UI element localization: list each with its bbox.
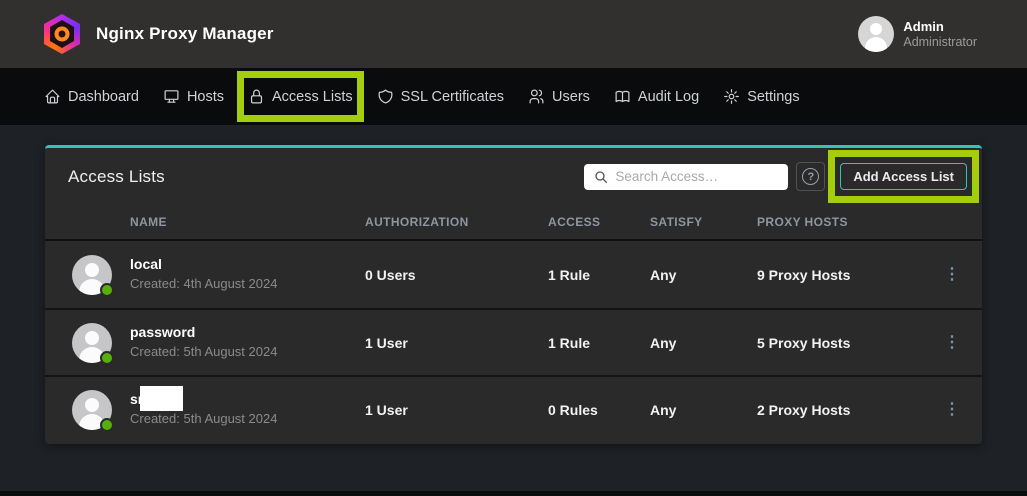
name-cell: local Created: 4th August 2024: [130, 256, 365, 293]
table-header-row: NAME AUTHORIZATION ACCESS SATISFY PROXY …: [45, 205, 982, 241]
column-header-name: NAME: [130, 215, 365, 229]
name-cell: password Created: 5th August 2024: [130, 324, 365, 361]
lock-icon: [248, 88, 265, 105]
nav-item-dashboard[interactable]: Dashboard: [44, 88, 139, 105]
nav-item-audit-log[interactable]: Audit Log: [614, 88, 699, 105]
user-name: Admin: [903, 19, 977, 35]
nav-label-access-lists: Access Lists: [272, 89, 353, 105]
access-lists-panel: Access Lists Add Access List NAME AUTHOR…: [45, 145, 982, 444]
add-access-list-button[interactable]: Add Access List: [840, 163, 967, 190]
proxy-hosts-cell: 5 Proxy Hosts: [757, 335, 922, 351]
status-online-dot: [100, 283, 114, 297]
authorization-cell: 1 User: [365, 335, 548, 351]
avatar-cell: [45, 390, 130, 430]
table-row[interactable]: sn Created: 5th August 2024 1 User 0 Rul…: [45, 375, 982, 442]
search-input[interactable]: [584, 164, 788, 190]
column-header-authorization: AUTHORIZATION: [365, 215, 548, 229]
access-cell: 1 Rule: [548, 267, 650, 283]
access-list-name: password: [130, 324, 365, 341]
row-menu-button[interactable]: [940, 329, 964, 357]
monitor-icon: [163, 88, 180, 105]
access-cell: 1 Rule: [548, 335, 650, 351]
nav-item-users[interactable]: Users: [528, 88, 590, 105]
avatar-cell: [45, 323, 130, 363]
npm-logo-icon: [44, 14, 80, 54]
nav-label-ssl-certificates: SSL Certificates: [401, 89, 504, 105]
avatar-cell: [45, 255, 130, 295]
nav-item-settings[interactable]: Settings: [723, 88, 799, 105]
user-menu[interactable]: Admin Administrator: [858, 16, 977, 52]
avatar: [72, 390, 112, 430]
proxy-hosts-cell: 2 Proxy Hosts: [757, 402, 922, 418]
authorization-cell: 0 Users: [365, 267, 548, 283]
add-button-wrapper: Add Access List: [840, 163, 967, 190]
main-nav: Dashboard Hosts Access Lists SSL Certifi…: [0, 68, 1027, 125]
top-header-bar: Nginx Proxy Manager Admin Administrator: [0, 0, 1027, 68]
access-list-name: local: [130, 256, 365, 273]
book-icon: [614, 88, 631, 105]
gear-icon: [723, 88, 740, 105]
row-menu-button[interactable]: [940, 396, 964, 424]
satisfy-cell: Any: [650, 402, 757, 418]
nav-label-users: Users: [552, 89, 590, 105]
panel-header: Access Lists Add Access List: [45, 148, 982, 205]
nav-label-settings: Settings: [747, 89, 799, 105]
created-date: Created: 5th August 2024: [130, 410, 365, 428]
proxy-hosts-cell: 9 Proxy Hosts: [757, 267, 922, 283]
user-avatar[interactable]: [858, 16, 894, 52]
app-title: Nginx Proxy Manager: [96, 24, 274, 44]
bottom-edge-strip: [0, 491, 1027, 496]
nav-label-hosts: Hosts: [187, 89, 224, 105]
shield-icon: [377, 88, 394, 105]
nav-label-audit-log: Audit Log: [638, 89, 699, 105]
table-row[interactable]: password Created: 5th August 2024 1 User…: [45, 308, 982, 375]
home-icon: [44, 88, 61, 105]
satisfy-cell: Any: [650, 267, 757, 283]
nav-item-access-lists[interactable]: Access Lists: [248, 88, 353, 105]
users-icon: [528, 88, 545, 105]
help-button[interactable]: [796, 162, 825, 191]
authorization-cell: 1 User: [365, 402, 548, 418]
avatar: [72, 323, 112, 363]
nav-label-dashboard: Dashboard: [68, 89, 139, 105]
status-online-dot: [100, 351, 114, 365]
column-header-satisfy: SATISFY: [650, 215, 757, 229]
help-icon: [802, 168, 819, 185]
user-role: Administrator: [903, 35, 977, 50]
nav-item-hosts[interactable]: Hosts: [163, 88, 224, 105]
access-cell: 0 Rules: [548, 402, 650, 418]
search-icon: [593, 169, 609, 185]
satisfy-cell: Any: [650, 335, 757, 351]
user-info: Admin Administrator: [903, 19, 977, 50]
logo-center-ring: [55, 27, 70, 42]
search-box: [584, 164, 788, 190]
status-online-dot: [100, 418, 114, 432]
column-header-access: ACCESS: [548, 215, 650, 229]
avatar: [72, 255, 112, 295]
redaction-overlay: [140, 386, 183, 411]
created-date: Created: 4th August 2024: [130, 275, 365, 293]
nav-item-ssl-certificates[interactable]: SSL Certificates: [377, 88, 504, 105]
row-menu-button[interactable]: [940, 261, 964, 289]
table-row[interactable]: local Created: 4th August 2024 0 Users 1…: [45, 241, 982, 308]
column-header-proxy-hosts: PROXY HOSTS: [757, 215, 922, 229]
created-date: Created: 5th August 2024: [130, 343, 365, 361]
page-title: Access Lists: [68, 167, 165, 187]
